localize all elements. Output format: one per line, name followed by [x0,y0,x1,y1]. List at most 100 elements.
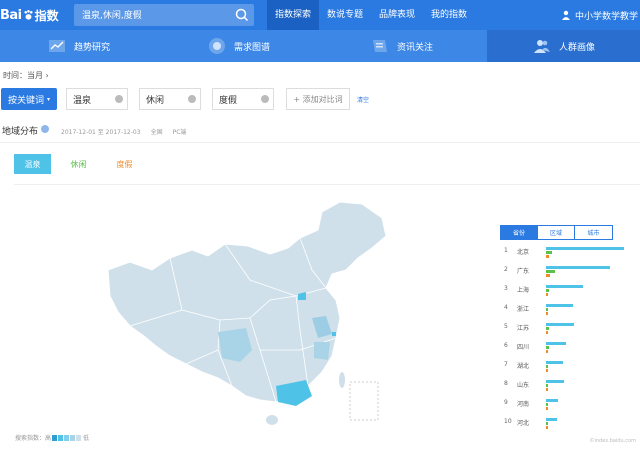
rank-number: 5 [504,323,508,330]
rank-bar-series-2 [546,289,550,292]
top-header: Bai 指数 温泉,休闲,度假 指数探索 数说专题 品牌表现 我的指数 中小学数… [0,0,640,30]
south-china-sea-inset [349,381,379,421]
keyword-mode-button[interactable]: 按关键词 ▾ [1,88,57,110]
divider [14,184,640,185]
people-icon [534,40,550,53]
rank-number: 4 [504,304,508,311]
rank-bar-series-1 [546,323,575,326]
ranking-row[interactable]: 4 浙江 [504,302,630,316]
rank-province-name: 四川 [517,344,530,351]
province-taiwan[interactable] [339,372,345,388]
province-shanghai[interactable] [332,332,336,336]
ranking-row[interactable]: 1 北京 [504,245,630,259]
nav-my-index[interactable]: 我的指数 [423,0,475,30]
rank-number: 2 [504,266,508,273]
rank-number: 10 [504,418,512,425]
tab-news-attention[interactable]: 资讯关注 [371,30,433,62]
remove-keyword-icon[interactable] [261,95,269,103]
province-hainan[interactable] [266,415,278,425]
rank-bar-series-1 [546,247,624,250]
tab-label: 资讯关注 [397,42,434,53]
nav-index-explore[interactable]: 指数探索 [267,0,320,30]
search-query: 温泉,休闲,度假 [82,11,142,21]
rank-province-name: 北京 [517,249,530,256]
remove-keyword-icon[interactable] [188,95,196,103]
legend-swatch [52,434,58,441]
add-compare-button[interactable]: + 添加对比词 [286,88,350,110]
ranking-row[interactable]: 8 山东 [504,378,630,392]
ranking-row[interactable]: 7 湖北 [504,359,630,373]
news-icon [373,40,387,52]
device-label: PC端 [172,129,187,136]
rank-bar-series-3 [546,388,549,391]
trend-chart-icon [49,40,65,52]
ranking-row[interactable]: 5 江苏 [504,321,630,335]
map-landmass [107,201,387,403]
rank-number: 6 [504,342,508,349]
rank-province-name: 广东 [517,268,530,275]
keyword-chip-2[interactable]: 休闲 [139,88,201,110]
keyword-chip-3[interactable]: 度假 [212,88,274,110]
keyword-label: 休闲 [146,95,165,106]
ranking-panel: 省份 区域 城市 1 北京 2 广东 3 上海 4 浙江 5 江苏 6 四川 7 湖北 8 山东 9 河南 10 河北 [500,225,630,445]
rank-bar-series-2 [546,384,549,387]
help-icon[interactable] [41,125,49,133]
watermark: ©index.baidu.com [589,438,636,444]
series-tab-vacation[interactable]: 度假 [106,154,143,174]
rank-bar-series-1 [546,399,559,402]
date-range: 2017-12-01 至 2017-12-03 [61,129,141,136]
ranking-tab-region[interactable]: 区域 [538,226,575,239]
search-input[interactable]: 温泉,休闲,度假 [74,4,254,26]
rank-bar-series-2 [546,270,556,273]
time-selector[interactable]: 时间：当月 › [3,70,49,81]
ranking-row[interactable]: 2 广东 [504,264,630,278]
rank-province-name: 江苏 [517,325,530,332]
clear-link[interactable]: 清空 [357,95,369,104]
tab-crowd-portrait[interactable]: 人群画像 [487,30,640,62]
series-tab-leisure[interactable]: 休闲 [60,154,97,174]
province-zhejiang[interactable] [314,342,330,360]
rank-bar-series-2 [546,308,549,311]
keyword-mode-label: 按关键词 [7,95,44,106]
ranking-row[interactable]: 9 河南 [504,397,630,411]
ranking-tab-province[interactable]: 省份 [501,226,538,239]
legend-swatch [64,434,70,441]
ranking-tab-city[interactable]: 城市 [575,226,612,239]
tab-label: 人群画像 [559,42,596,53]
china-map[interactable] [100,200,400,430]
rank-number: 7 [504,361,508,368]
rank-bar-series-1 [546,380,564,383]
paw-icon [24,10,33,20]
series-tab-hot-spring[interactable]: 温泉 [14,154,51,174]
rank-number: 1 [504,247,508,254]
ranking-row[interactable]: 6 四川 [504,340,630,354]
tab-trend-research[interactable]: 趋势研究 [48,30,110,62]
ranking-row[interactable]: 10 河北 [504,416,630,430]
rank-province-name: 上海 [517,287,530,294]
ranking-tabs: 省份 区域 城市 [500,225,613,240]
nav-data-topics[interactable]: 数说专题 [319,0,371,30]
rank-province-name: 河北 [517,420,530,427]
rank-bar-series-3 [546,312,549,315]
rank-bar-series-1 [546,285,583,288]
remove-keyword-icon[interactable] [115,95,123,103]
rank-bar-series-3 [546,426,549,429]
rank-bar-series-2 [546,346,550,349]
caret-down-icon: ▾ [47,95,51,103]
nav-brand-performance[interactable]: 品牌表现 [371,0,423,30]
ranking-row[interactable]: 3 上海 [504,283,630,297]
baidu-index-logo[interactable]: Bai 指数 [0,5,59,25]
legend-swatch [70,434,76,441]
keyword-chip-1[interactable]: 温泉 [66,88,128,110]
user-menu[interactable]: 中小学数学教学 [561,0,638,30]
rank-province-name: 河南 [517,401,530,408]
region-title: 地域分布 [2,127,39,137]
rank-bar-series-2 [546,327,550,330]
map-legend: 搜索指数：高 低 [15,433,89,442]
top-nav: 指数探索 数说专题 品牌表现 我的指数 [267,0,475,30]
search-icon[interactable] [234,7,250,23]
tab-label: 趋势研究 [74,42,111,53]
app-root: Bai 指数 温泉,休闲,度假 指数探索 数说专题 品牌表现 我的指数 中小学数… [0,0,640,449]
legend-high-label: 低 [83,435,90,442]
tab-demand-graph[interactable]: 需求图谱 [208,30,270,62]
